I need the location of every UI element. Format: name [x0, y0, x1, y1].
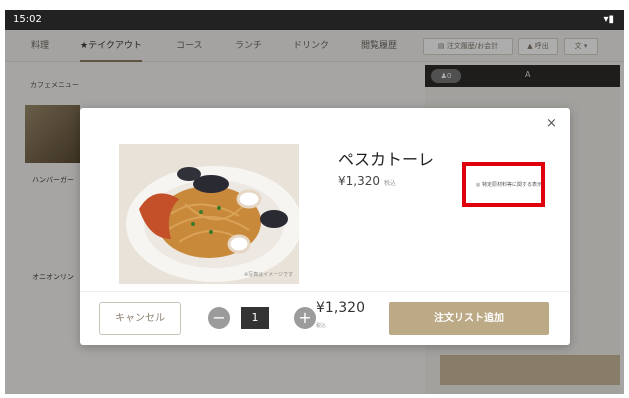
decrease-quantity-button[interactable]: − — [208, 307, 230, 329]
app-frame: 15:02 ▾▮ 料理 ★テイクアウト コース ランチ ドリンク 閲覧履歴 ▤ … — [5, 10, 624, 394]
add-to-order-list-button[interactable]: 注文リスト追加 — [389, 302, 549, 335]
allergen-info-highlight[interactable]: ◎ 特定原材料等に関する表示 — [462, 162, 545, 207]
allergen-info-label: 特定原材料等に関する表示 — [481, 182, 542, 188]
product-price: ¥1,320 — [338, 174, 380, 188]
footer-divider — [80, 291, 570, 292]
status-time: 15:02 — [13, 14, 42, 25]
cancel-button[interactable]: キャンセル — [99, 302, 181, 335]
quantity-value: 1 — [241, 307, 269, 329]
close-icon[interactable]: × — [546, 117, 557, 130]
product-price-row: ¥1,320 税込 — [338, 174, 396, 188]
status-bar: 15:02 ▾▮ — [5, 10, 624, 30]
product-detail-modal: × ※写真はイメージです ペスカトーレ ¥1,320 税込 ◎ 特定原材料等に関… — [80, 108, 570, 345]
allergen-info-text: ◎ 特定原材料等に関する表示 — [476, 181, 542, 188]
photo-caption: ※写真はイメージです — [244, 271, 293, 278]
wifi-battery-icon: ▾▮ — [603, 14, 614, 25]
total-price-tax: 税込 — [316, 323, 327, 329]
increase-quantity-button[interactable]: + — [294, 307, 316, 329]
product-name: ペスカトーレ — [338, 150, 435, 169]
product-photo: ※写真はイメージです — [119, 144, 299, 284]
product-price-tax: 税込 — [383, 180, 396, 187]
total-price: ¥1,320 — [316, 300, 365, 316]
pasta-illustration: ※写真はイメージです — [119, 144, 299, 284]
